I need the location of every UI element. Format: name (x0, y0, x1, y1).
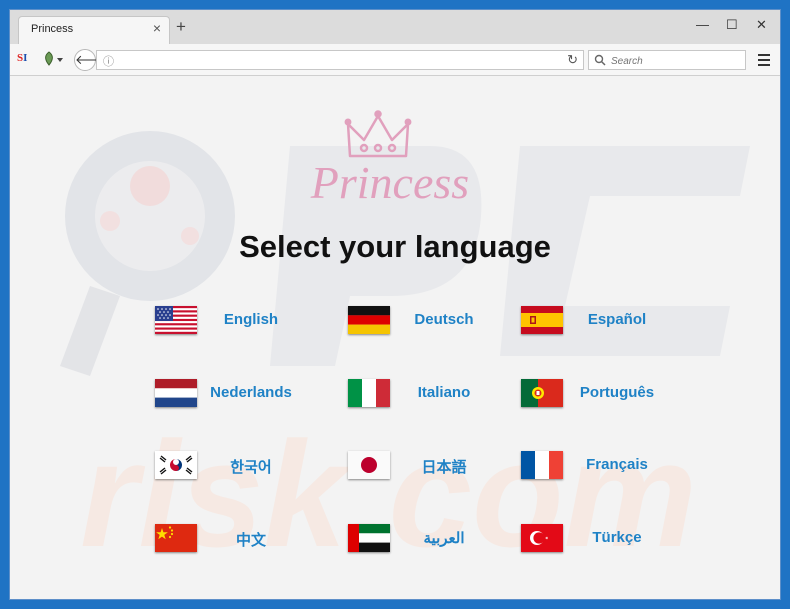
netherlands-flag-icon (155, 379, 197, 407)
portugal-flag-icon (521, 379, 563, 407)
france-flag-icon (521, 451, 563, 479)
language-label: 日本語 (421, 459, 467, 476)
turkey-flag-icon (521, 524, 563, 552)
back-button[interactable]: 🡐 (74, 49, 110, 71)
spain-flag-icon (521, 306, 563, 334)
tab-title: Princess (31, 23, 74, 35)
extension-shield-icon[interactable] (42, 51, 64, 67)
language-option-korean[interactable]: 한국어 (155, 449, 305, 483)
hamburger-menu-icon[interactable] (758, 54, 770, 66)
search-input[interactable] (609, 52, 743, 70)
navigation-bar: SI 🡐 ⓘ ↻ (10, 44, 780, 76)
si-badge-i: I (23, 52, 28, 64)
language-option-portugues[interactable]: Português (521, 377, 671, 411)
page-title: Select your language (239, 229, 551, 264)
address-bar[interactable]: ⓘ ↻ (96, 50, 584, 70)
title-bar: Princess × + — ☐ ✕ (10, 10, 780, 44)
new-tab-button[interactable]: + (176, 18, 186, 35)
language-label: Nederlands (210, 384, 292, 401)
south-korea-flag-icon (155, 451, 197, 479)
logo-text: Princess (310, 157, 469, 208)
language-option-francais[interactable]: Français (521, 449, 671, 483)
language-option-arabic[interactable]: العربية (348, 522, 498, 556)
language-option-italiano[interactable]: Italiano (348, 377, 498, 411)
info-icon[interactable]: ⓘ (103, 53, 114, 69)
language-label: 한국어 (230, 459, 272, 476)
us-flag-icon (155, 306, 197, 334)
tab-close-icon[interactable]: × (153, 20, 161, 36)
uae-flag-icon (348, 524, 390, 552)
language-label: Italiano (417, 384, 471, 401)
language-label: Türkçe (592, 529, 642, 546)
language-label: Deutsch (414, 311, 474, 328)
language-option-japanese[interactable]: 日本語 (348, 449, 498, 483)
china-flag-icon (155, 524, 197, 552)
language-label: Español (587, 311, 647, 328)
japan-flag-icon (348, 451, 390, 479)
language-option-nederlands[interactable]: Nederlands (155, 377, 305, 411)
language-label: Português (579, 384, 655, 401)
princess-logo: Princess (310, 110, 469, 208)
minimize-button[interactable]: — (696, 17, 709, 32)
language-label: العربية (423, 530, 465, 547)
crown-icon (344, 110, 412, 158)
si-extension-icon[interactable]: SI (17, 52, 27, 64)
maximize-button[interactable]: ☐ (726, 17, 738, 33)
page-content: risk.com Princess Select your language E… (10, 76, 780, 599)
tab-princess[interactable]: Princess × (18, 16, 170, 44)
italy-flag-icon (348, 379, 390, 407)
close-button[interactable]: ✕ (756, 17, 767, 33)
language-option-turkce[interactable]: Türkçe (521, 522, 671, 556)
language-option-espanol[interactable]: Español (521, 304, 671, 338)
language-label: English (223, 311, 279, 328)
language-label: Français (586, 456, 648, 473)
browser-window: Princess × + — ☐ ✕ SI 🡐 ⓘ ↻ Search risk.… (10, 10, 780, 599)
language-option-english[interactable]: English (155, 304, 305, 338)
language-label: 中文 (235, 532, 266, 549)
search-icon (594, 54, 606, 66)
language-option-chinese[interactable]: 中文 (155, 522, 305, 556)
germany-flag-icon (348, 306, 390, 334)
search-box[interactable] (588, 50, 746, 70)
language-option-deutsch[interactable]: Deutsch (348, 304, 498, 338)
reload-icon[interactable]: ↻ (567, 52, 578, 68)
